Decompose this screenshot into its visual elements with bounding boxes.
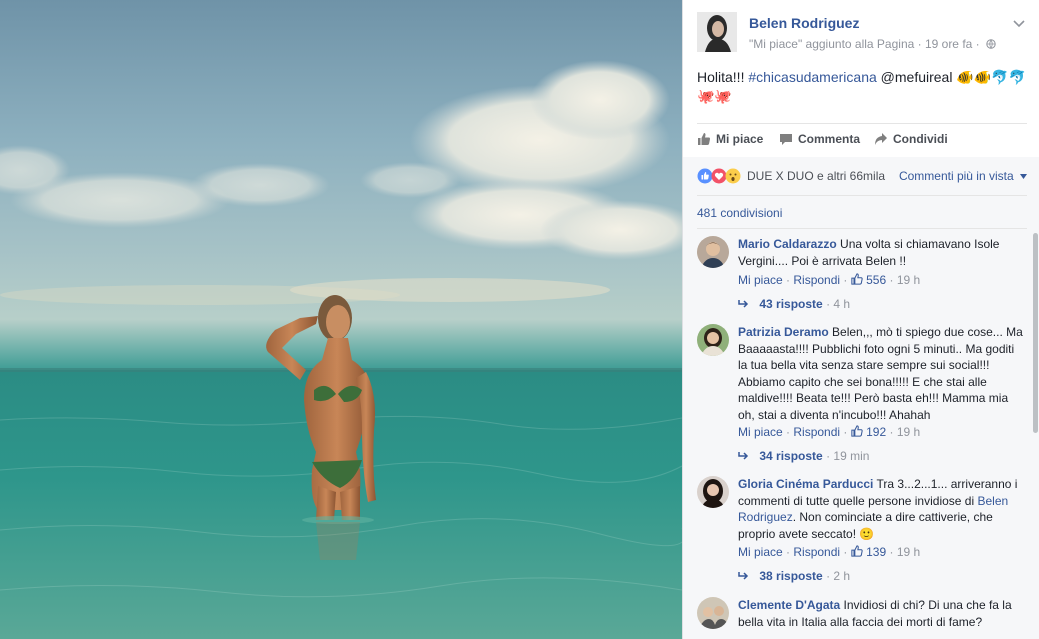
love-reaction-icon [711, 168, 727, 184]
comment-author[interactable]: Clemente D'Agata [738, 598, 840, 612]
comment-like-link[interactable]: Mi piace [738, 425, 783, 439]
comment-sort-dropdown[interactable]: Commenti più in vista [899, 169, 1027, 183]
reaction-icons[interactable] [697, 167, 743, 185]
comment-actions: Mi piace · Rispondi · 556 · 19 h [738, 273, 921, 287]
like-label: Mi piace [716, 132, 764, 146]
comment-replies-link[interactable]: 43 risposte · 4 h [738, 297, 850, 311]
beach-photo-illustration [0, 60, 682, 639]
comment-reply-link[interactable]: Rispondi [793, 425, 840, 439]
caption-mention: @mefuireal [876, 69, 957, 85]
wow-reaction-icon [725, 168, 741, 184]
post-meta-text: "Mi piace" aggiunto alla Pagina · 19 ore… [749, 37, 980, 51]
comments-scrollbar[interactable] [1033, 233, 1038, 433]
comment-text: Mario Caldarazzo Una volta si chiamavano… [738, 236, 1023, 269]
comment-item: Clemente D'Agata Invidiosi di chi? Di un… [697, 597, 1027, 639]
comment-reply-link[interactable]: Rispondi [793, 545, 840, 559]
post-side-panel: Belen Rodriguez "Mi piace" aggiunto alla… [682, 0, 1039, 639]
comment-actions: Mi piace · Rispondi · 139 · 19 h [738, 545, 921, 559]
comment-author[interactable]: Gloria Cinéma Parducci [738, 477, 873, 491]
comment-text: Patrizia Deramo Belen,,, mò ti spiego du… [738, 324, 1023, 423]
globe-icon[interactable] [986, 39, 996, 49]
comment-author[interactable]: Patrizia Deramo [738, 325, 829, 339]
page-avatar[interactable] [697, 12, 737, 52]
comment-text: Clemente D'Agata Invidiosi di chi? Di un… [738, 597, 1023, 630]
comment-author[interactable]: Mario Caldarazzo [738, 237, 837, 251]
divider [697, 123, 1027, 124]
reply-arrow-icon [738, 452, 749, 460]
replies-count: 38 risposte [759, 569, 823, 583]
comment-like-count[interactable]: 192 [866, 425, 886, 439]
like-button[interactable]: Mi piace [697, 132, 763, 146]
comment-item: Gloria Cinéma Parducci Tra 3...2...1... … [697, 476, 1027, 588]
replies-time: 4 h [833, 297, 851, 311]
thumbs-up-icon [851, 425, 863, 437]
comment-text: Gloria Cinéma Parducci Tra 3...2...1... … [738, 476, 1023, 542]
divider [697, 195, 1027, 196]
reactions-summary[interactable]: DUE X DUO e altri 66mila [747, 169, 885, 183]
reply-arrow-icon [738, 572, 749, 580]
comment-time[interactable]: 19 h [897, 273, 920, 287]
post-meta: "Mi piace" aggiunto alla Pagina · 19 ore… [749, 37, 996, 51]
comment-sort-label: Commenti più in vista [898, 169, 1014, 183]
replies-time: 19 min [833, 449, 870, 463]
divider [697, 228, 1027, 229]
chevron-down-icon[interactable] [1013, 20, 1025, 28]
reply-arrow-icon [738, 300, 749, 308]
caption-hashtag[interactable]: #chicasudamericana [748, 69, 876, 85]
commenter-avatar[interactable] [697, 476, 729, 508]
commenter-avatar[interactable] [697, 236, 729, 268]
post-header: Belen Rodriguez "Mi piace" aggiunto alla… [697, 12, 1027, 56]
thumbs-up-icon [851, 273, 863, 285]
caption-text: Holita!!! [697, 69, 749, 85]
comment-like-count[interactable]: 556 [866, 273, 886, 287]
share-button[interactable]: Condividi [874, 132, 948, 146]
post-caption: Holita!!! #chicasudamericana @mefuireal … [697, 68, 1027, 106]
replies-time: 2 h [833, 569, 851, 583]
caption-emoji-fish: 🐠🐠🐬🐬 [956, 69, 1027, 85]
comment-replies-link[interactable]: 34 risposte · 19 min [738, 449, 869, 463]
post-actions: Mi piace Commenta Condividi [697, 130, 1027, 150]
comment-reply-link[interactable]: Rispondi [793, 273, 840, 287]
comment-actions: Mi piace · Rispondi · 192 · 19 h [738, 425, 921, 439]
comment-label: Commenta [798, 132, 861, 146]
replies-count: 34 risposte [759, 449, 823, 463]
comment-icon [780, 134, 792, 145]
commenter-avatar[interactable] [697, 324, 729, 356]
like-reaction-icon [697, 168, 713, 184]
shares-count[interactable]: 481 condivisioni [697, 206, 782, 220]
caption-emoji-octopus: 🐙🐙 [697, 88, 732, 104]
caret-down-icon [1020, 174, 1027, 179]
comment-button[interactable]: Commenta [779, 132, 860, 146]
post-photo[interactable] [0, 0, 682, 639]
comment-like-link[interactable]: Mi piace [738, 545, 783, 559]
comment-time[interactable]: 19 h [897, 545, 920, 559]
commenter-avatar[interactable] [697, 597, 729, 629]
comment-item: Patrizia Deramo Belen,,, mò ti spiego du… [697, 324, 1027, 468]
share-label: Condividi [893, 132, 948, 146]
comment-time[interactable]: 19 h [897, 425, 920, 439]
thumbs-up-icon [851, 545, 863, 557]
comment-like-link[interactable]: Mi piace [738, 273, 783, 287]
comment-content: Belen,,, mò ti spiego due cose... Ma Baa… [738, 325, 1023, 422]
comment-replies-link[interactable]: 38 risposte · 2 h [738, 569, 850, 583]
thumbs-up-icon [698, 133, 710, 145]
share-icon [875, 133, 887, 145]
reactions-bar: DUE X DUO e altri 66mila Commenti più in… [697, 166, 1027, 186]
page-name[interactable]: Belen Rodriguez [749, 15, 859, 31]
comment-item: Mario Caldarazzo Una volta si chiamavano… [697, 236, 1027, 316]
comment-like-count[interactable]: 139 [866, 545, 886, 559]
replies-count: 43 risposte [759, 297, 823, 311]
